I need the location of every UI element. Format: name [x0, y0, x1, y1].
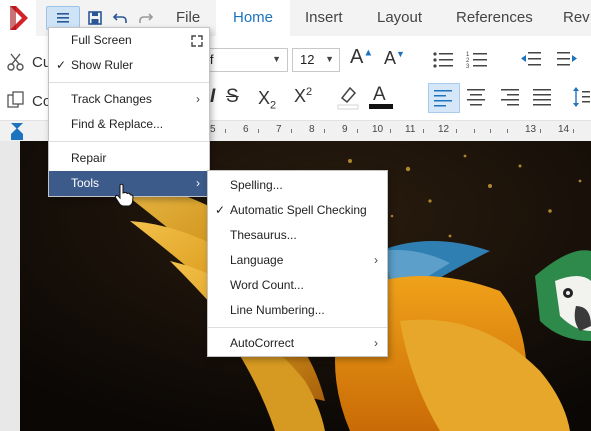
main-menu-dropdown: Full Screen ✓ Show Ruler Track Changes ›… [48, 27, 210, 197]
menu-item-thesaurus[interactable]: Thesaurus... [208, 223, 387, 248]
menu-item-label: Show Ruler [71, 58, 134, 72]
grow-font-icon[interactable]: A▲ [350, 46, 373, 69]
align-left-icon[interactable] [428, 83, 460, 113]
menu-item-label: AutoCorrect [230, 336, 295, 350]
font-size-select[interactable]: 12 ▼ [292, 48, 340, 72]
svg-text:A: A [373, 84, 386, 105]
checkmark-icon: ✓ [215, 203, 226, 217]
font-name-select[interactable]: if ▼ [200, 48, 288, 72]
align-right-icon[interactable] [500, 87, 522, 110]
ruler-number: 13 [525, 124, 537, 135]
checkmark-icon: ✓ [56, 58, 67, 72]
svg-text:3: 3 [466, 64, 470, 70]
ruler-number: 11 [405, 124, 416, 135]
increase-indent-icon[interactable] [556, 50, 578, 73]
chevron-right-icon: › [196, 176, 200, 190]
font-size-value: 12 [300, 52, 315, 67]
tab-review[interactable]: Rev [563, 0, 590, 36]
ruler-number: 8 [309, 124, 315, 135]
app-logo-icon [0, 0, 36, 36]
tools-submenu: Spelling... ✓ Automatic Spell Checking T… [207, 170, 388, 357]
menu-item-label: Language [230, 253, 284, 267]
menu-item-label: Spelling... [230, 178, 283, 192]
menu-item-automatic-spell-checking[interactable]: ✓ Automatic Spell Checking [208, 198, 387, 223]
strikethrough-icon[interactable]: S [226, 86, 239, 108]
ruler-number: 5 [210, 124, 216, 135]
redo-icon[interactable] [136, 8, 156, 28]
menu-item-show-ruler[interactable]: ✓ Show Ruler [49, 53, 209, 78]
menu-item-label: Automatic Spell Checking [230, 203, 367, 217]
highlight-color-icon[interactable] [336, 84, 360, 113]
numbered-list-icon[interactable]: 1 2 3 [466, 50, 488, 73]
ruler-number: 10 [372, 124, 384, 135]
menu-item-language[interactable]: Language › [208, 248, 387, 273]
expand-icon [191, 28, 203, 53]
font-color-icon[interactable]: A [368, 82, 394, 113]
menu-item-label: Tools [71, 176, 100, 190]
ruler-number: 12 [438, 124, 450, 135]
menu-item-label: Full Screen [71, 33, 132, 47]
italic-icon[interactable]: I [210, 86, 215, 108]
line-spacing-icon[interactable] [572, 85, 590, 112]
shrink-font-icon[interactable]: A▼ [384, 48, 405, 69]
menu-item-label: Line Numbering... [230, 303, 325, 317]
cut-icon[interactable] [6, 52, 26, 75]
superscript-icon[interactable]: X2 [294, 86, 312, 107]
justify-icon[interactable] [532, 87, 554, 110]
bullet-list-icon[interactable] [432, 50, 454, 73]
tab-home[interactable]: Home [216, 0, 290, 36]
ruler-number: 6 [243, 124, 249, 135]
chevron-down-icon: ▼ [325, 54, 334, 64]
ruler-number: 14 [558, 124, 570, 135]
menu-item-track-changes[interactable]: Track Changes › [49, 87, 209, 112]
menu-item-line-numbering[interactable]: Line Numbering... [208, 298, 387, 323]
tab-references[interactable]: References [456, 0, 533, 36]
tab-layout[interactable]: Layout [377, 0, 422, 36]
ruler-number: 9 [342, 124, 348, 135]
menu-item-autocorrect[interactable]: AutoCorrect › [208, 331, 387, 356]
menu-item-spelling[interactable]: Spelling... [208, 173, 387, 198]
ruler-number: 7 [276, 124, 282, 135]
subscript-icon[interactable]: X2 [258, 88, 276, 112]
save-icon[interactable] [86, 8, 104, 28]
menu-item-find-replace[interactable]: Find & Replace... [49, 112, 209, 137]
copy-icon[interactable] [6, 90, 26, 113]
chevron-right-icon: › [196, 92, 200, 106]
menu-item-label: Find & Replace... [71, 117, 164, 131]
align-center-icon[interactable] [466, 87, 488, 110]
menu-item-repair[interactable]: Repair [49, 146, 209, 171]
menu-item-label: Word Count... [230, 278, 304, 292]
tab-insert[interactable]: Insert [305, 0, 343, 36]
chevron-right-icon: › [374, 336, 378, 350]
menu-item-word-count[interactable]: Word Count... [208, 273, 387, 298]
decrease-indent-icon[interactable] [520, 50, 542, 73]
chevron-right-icon: › [374, 253, 378, 267]
menu-item-label: Track Changes [71, 92, 152, 106]
hand-pointer-icon [114, 183, 134, 210]
menu-item-full-screen[interactable]: Full Screen [49, 28, 209, 53]
menu-item-label: Repair [71, 151, 107, 165]
menu-item-label: Thesaurus... [230, 228, 297, 242]
undo-icon[interactable] [110, 8, 130, 28]
chevron-down-icon: ▼ [272, 54, 281, 64]
